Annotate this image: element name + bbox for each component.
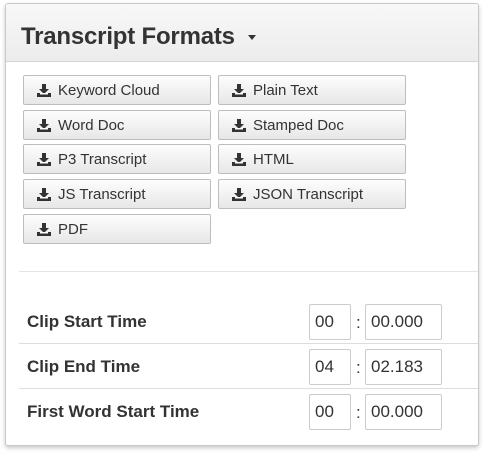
panel-header[interactable]: Transcript Formats [6,4,478,62]
section-divider [19,271,478,272]
download-plain-text-button[interactable]: Plain Text [218,75,406,105]
clip-start-time-label: Clip Start Time [27,312,147,331]
button-label: PDF [58,220,88,238]
download-icon [37,188,51,201]
download-icon [232,119,246,132]
download-icon [37,84,51,97]
first-word-minutes-input[interactable] [309,394,351,430]
clip-end-minutes-input[interactable] [309,349,351,385]
download-icon [232,153,246,166]
download-html-button[interactable]: HTML [218,144,406,174]
download-keyword-cloud-button[interactable]: Keyword Cloud [23,75,211,105]
clip-end-time-label: Clip End Time [27,357,141,376]
download-icon [37,223,51,236]
panel-title[interactable]: Transcript Formats [21,23,235,51]
button-label: Keyword Cloud [58,81,160,99]
transcript-formats-panel: Transcript Formats Keyword Cloud Plain T… [5,3,479,446]
download-word-doc-button[interactable]: Word Doc [23,110,211,140]
button-label: Word Doc [58,116,125,134]
first-word-start-time-label: First Word Start Time [27,402,200,421]
clip-start-minutes-input[interactable] [309,304,351,340]
button-label: JSON Transcript [253,185,364,203]
download-json-transcript-button[interactable]: JSON Transcript [218,179,406,209]
clip-end-time-row: Clip End Time : [19,343,478,389]
time-separator: : [356,358,361,377]
download-p3-transcript-button[interactable]: P3 Transcript [23,144,211,174]
button-label: Plain Text [253,81,318,99]
button-label: HTML [253,150,294,168]
time-separator: : [356,403,361,422]
button-label: P3 Transcript [58,150,147,168]
download-icon [37,119,51,132]
download-js-transcript-button[interactable]: JS Transcript [23,179,211,209]
time-separator: : [356,313,361,332]
button-label: JS Transcript [58,185,146,203]
download-icon [232,188,246,201]
first-word-seconds-input[interactable] [365,394,442,430]
download-icon [232,84,246,97]
first-word-start-time-row: First Word Start Time : [19,388,478,433]
download-stamped-doc-button[interactable]: Stamped Doc [218,110,406,140]
download-pdf-button[interactable]: PDF [23,214,211,244]
clip-start-time-row: Clip Start Time : [19,298,478,344]
clip-end-seconds-input[interactable] [365,349,442,385]
caret-down-icon[interactable] [248,35,256,40]
download-icon [37,153,51,166]
clip-start-seconds-input[interactable] [365,304,442,340]
button-label: Stamped Doc [253,116,344,134]
